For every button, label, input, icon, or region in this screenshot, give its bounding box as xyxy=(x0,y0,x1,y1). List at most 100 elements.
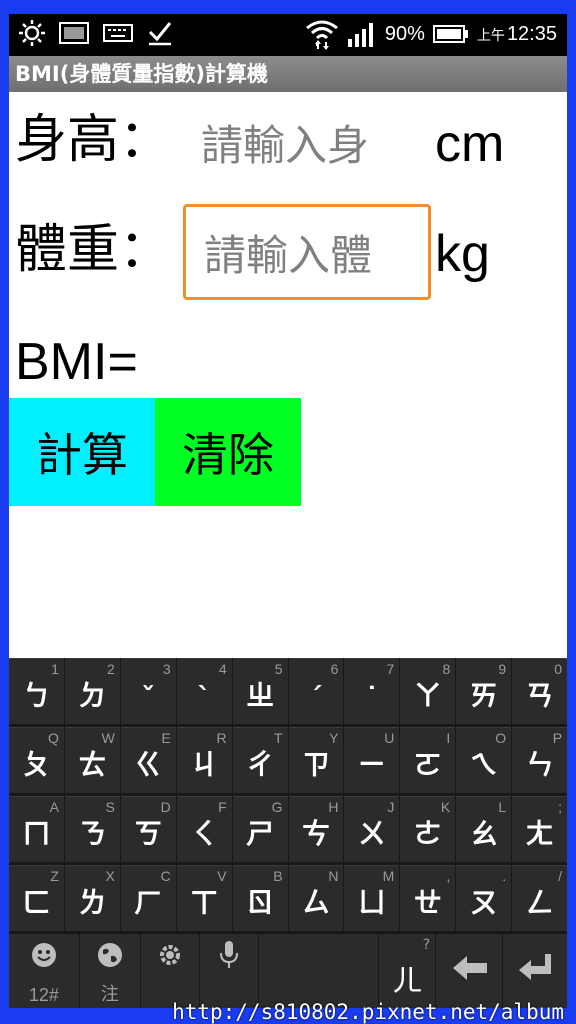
keyboard-key[interactable]: Uㄧ xyxy=(344,727,400,793)
keyboard-key[interactable]: Lㄠ xyxy=(456,796,512,862)
emoji-icon xyxy=(32,943,56,967)
keyboard-key[interactable]: 3ˇ xyxy=(120,658,176,724)
keyboard-key-glyph: ㄉ xyxy=(78,679,107,712)
signal-icon xyxy=(347,23,373,47)
weight-input[interactable]: 請輸入體 xyxy=(183,204,431,300)
settings-key[interactable] xyxy=(140,934,199,1008)
keyboard-key-glyph: ㄔ xyxy=(246,748,275,781)
backspace-key[interactable] xyxy=(436,934,503,1008)
keyboard-key-glyph: ㄩ xyxy=(357,886,386,919)
er-key[interactable]: ? ㄦ xyxy=(379,934,436,1008)
clear-button[interactable]: 清除 xyxy=(155,398,301,506)
keyboard-key-glyph: ㄗ xyxy=(301,748,330,781)
keyboard-key-glyph: ㄜ xyxy=(413,817,442,850)
keyboard-key[interactable]: Gㄕ xyxy=(232,796,288,862)
keyboard-key[interactable]: .ㄡ xyxy=(456,865,512,931)
check-icon xyxy=(148,22,172,46)
keyboard-key[interactable]: Zㄈ xyxy=(9,865,64,931)
keyboard-key-glyph: ˙ xyxy=(364,681,379,714)
keyboard-key-glyph: ㄐ xyxy=(190,748,219,781)
keyboard-key[interactable]: Rㄐ xyxy=(176,727,232,793)
keyboard-key[interactable]: ,ㄝ xyxy=(400,865,456,931)
keyboard-key[interactable]: Nㄙ xyxy=(288,865,344,931)
keyboard-key[interactable]: Oㄟ xyxy=(456,727,512,793)
keyboard-key[interactable]: Bㄖ xyxy=(232,865,288,931)
keyboard-key[interactable]: Tㄔ xyxy=(232,727,288,793)
keyboard-key[interactable]: Cㄏ xyxy=(120,865,176,931)
keyboard-key[interactable]: Yㄗ xyxy=(288,727,344,793)
keyboard-key[interactable]: 4ˋ xyxy=(176,658,232,724)
keyboard-key[interactable]: 6ˊ xyxy=(288,658,344,724)
keyboard-key-glyph: ㄓ xyxy=(246,679,275,712)
keyboard-key[interactable]: Iㄛ xyxy=(400,727,456,793)
watermark-url: http://s810802.pixnet.net/album xyxy=(172,1000,564,1024)
keyboard-key[interactable]: Aㄇ xyxy=(9,796,64,862)
keyboard-key-hint: 3 xyxy=(162,661,171,677)
keyboard-key[interactable]: 0ㄢ xyxy=(512,658,567,724)
keyboard-key[interactable]: 1ㄅ xyxy=(9,658,64,724)
keyboard-key-hint: 7 xyxy=(386,661,395,677)
keyboard-key[interactable]: Fㄑ xyxy=(176,796,232,862)
space-key[interactable] xyxy=(258,934,379,1008)
keyboard-key-glyph: ㄆ xyxy=(22,748,51,781)
keyboard-key[interactable]: Dㄎ xyxy=(120,796,176,862)
keyboard-key[interactable]: 5ㄓ xyxy=(232,658,288,724)
keyboard-key[interactable]: 8ㄚ xyxy=(400,658,456,724)
keyboard-key-glyph: ˊ xyxy=(308,681,323,714)
keyboard-key[interactable]: 7 ˙ xyxy=(344,658,400,724)
keyboard-key[interactable]: Jㄨ xyxy=(344,796,400,862)
status-icons-left xyxy=(19,20,173,46)
enter-key[interactable] xyxy=(503,934,567,1008)
height-input[interactable]: 請輸入身 xyxy=(183,94,427,190)
keyboard-key[interactable]: ; ㄤ xyxy=(512,796,567,862)
keyboard-key-glyph: ㄤ xyxy=(525,817,554,850)
emoji-key[interactable]: 12# xyxy=(9,934,79,1008)
keyboard-key[interactable]: 2ㄉ xyxy=(64,658,120,724)
language-key[interactable]: 注 xyxy=(79,934,140,1008)
calculate-button[interactable]: 計算 xyxy=(9,398,155,506)
keyboard-key[interactable]: Pㄣ xyxy=(512,727,567,793)
keyboard-row-1: 1 ㄅ 2 ㄉ 3 ˇ 4 ˋ 5 ㄓ 6 ˊ 7 ˙ 8 ㄚ 9 ㄞ 0 ㄢ xyxy=(9,658,567,726)
keyboard-key-glyph: ㄙ xyxy=(301,886,330,919)
height-label: 身高： xyxy=(15,110,172,170)
brightness-icon xyxy=(19,20,45,46)
microphone-icon xyxy=(219,941,238,968)
keyboard-key[interactable]: 9ㄞ xyxy=(456,658,512,724)
clock: 上午 12:35 xyxy=(477,23,557,46)
keyboard-icon xyxy=(103,24,133,42)
keyboard-key-glyph: ˋ xyxy=(197,681,212,714)
keyboard-key[interactable]: Xㄌ xyxy=(64,865,120,931)
keyboard-key-glyph: ㄑ xyxy=(190,817,219,850)
voice-key[interactable] xyxy=(199,934,258,1008)
keyboard-row-4: Z ㄈ X ㄌ C ㄏ V ㄒ B ㄖ N ㄙ M ㄩ, ㄝ. ㄡ / ㄥ xyxy=(9,865,567,933)
keyboard-key-glyph: ㄚ xyxy=(413,679,442,712)
keyboard-key[interactable]: Qㄆ xyxy=(9,727,64,793)
globe-icon xyxy=(97,943,122,967)
wifi-icon xyxy=(305,20,338,50)
weight-label: 體重： xyxy=(15,220,172,280)
keyboard-row-2: QㄆWㄊEㄍRㄐTㄔYㄗUㄧIㄛOㄟPㄣ xyxy=(9,727,567,795)
keyboard-key-glyph: ㄊ xyxy=(78,748,107,781)
keyboard-key-glyph: ㄍ xyxy=(134,748,163,781)
keyboard-key-glyph: ㄘ xyxy=(301,817,330,850)
keyboard-key[interactable]: / ㄥ xyxy=(512,865,567,931)
keyboard-key-glyph: ㄣ xyxy=(525,748,554,781)
clock-time: 12:35 xyxy=(506,22,557,45)
keyboard-key[interactable]: Sㄋ xyxy=(64,796,120,862)
keyboard-key[interactable]: Kㄜ xyxy=(400,796,456,862)
keyboard-key-glyph: ㄖ xyxy=(246,886,275,919)
keyboard-key-glyph: ㄢ xyxy=(525,679,554,712)
keyboard-key[interactable]: Eㄍ xyxy=(120,727,176,793)
phone-screen: 90% 上午 12:35 BMI(身體質量指數)計算機 身高： 請輸入身 cm 體… xyxy=(9,14,567,1008)
language-key-label: 注 xyxy=(100,984,119,1004)
keyboard-key[interactable]: Mㄩ xyxy=(344,865,400,931)
keyboard-key[interactable]: Vㄒ xyxy=(176,865,232,931)
keyboard-key[interactable]: Wㄊ xyxy=(64,727,120,793)
symbols-key-label: 12# xyxy=(28,985,59,1005)
keyboard-row-3: A ㄇ S ㄋ D ㄎ F ㄑ G ㄕ H ㄘ J ㄨ K ㄜ L ㄠ; ㄤ xyxy=(9,796,567,864)
keyboard-key-glyph: ㄨ xyxy=(357,817,386,850)
keyboard-key-glyph: ㄥ xyxy=(525,886,554,919)
keyboard-key[interactable]: Hㄘ xyxy=(288,796,344,862)
status-bar: 90% 上午 12:35 xyxy=(9,14,567,56)
keyboard-key-hint: 4 xyxy=(218,661,227,677)
